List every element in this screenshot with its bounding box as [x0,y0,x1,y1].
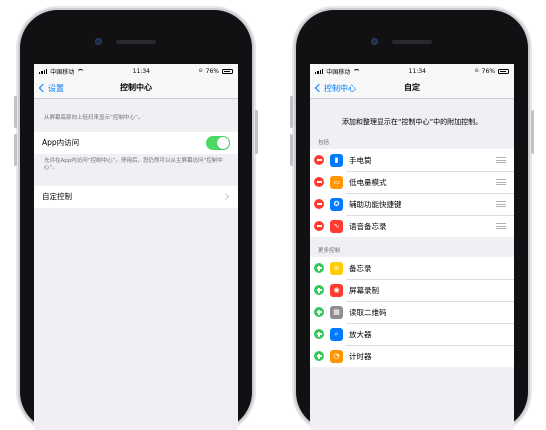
power-button [255,110,258,154]
volume-down-button [14,134,17,166]
control-row: ✪ 辅助功能快捷键 [310,193,514,215]
remove-control-button[interactable] [314,221,324,231]
timer-icon: ◔ [330,349,343,363]
nav-bar: 设置 控制中心 [34,78,238,99]
battery-percent: 76% [205,67,219,75]
chevron-left-icon [38,83,48,93]
flashlight-icon: ▮ [330,153,343,167]
left-screen: 中国移动 11:34 ⊙ 76% 设置 控制中心 从屏幕底部向上轻扫来显示“控制… [34,64,238,430]
status-bar: 中国移动 11:34 ⊙ 76% [34,64,238,78]
cellular-signal-icon [39,68,48,74]
screen-record-icon: ◉ [330,283,343,297]
reorder-handle-icon[interactable] [496,201,506,207]
notes-icon: ≡ [330,261,343,275]
intro-text: 添加和整理显示在“控制中心”中的附加控制。 [341,118,483,126]
control-label: 读取二维码 [349,307,387,317]
battery-icon [221,68,233,74]
volume-up-button [14,96,17,128]
control-row: ◔ 计时器 [310,345,514,367]
right-screen: 中国移动 11:34 ⊙ 76% 控制中心 自定 添加和整理显示在“控制中心”中… [310,64,514,430]
carrier-name: 中国移动 [50,68,75,76]
wifi-icon [77,68,85,74]
control-row: ▦ 读取二维码 [310,301,514,323]
add-control-button[interactable] [314,263,324,273]
add-control-button[interactable] [314,329,324,339]
back-label: 控制中心 [324,83,356,93]
control-label: 放大器 [349,329,372,339]
status-left: 中国移动 [315,67,361,76]
remove-control-button[interactable] [314,177,324,187]
app-access-toggle[interactable] [206,135,230,150]
status-bar: 中国移动 11:34 ⊙ 76% [310,64,514,78]
volume-down-button [290,134,293,166]
more-controls-header: 更多控制 [318,248,341,254]
power-button [531,110,534,154]
earpiece-speaker [116,40,156,44]
battery-percent: 76% [481,67,495,75]
control-row: ≡ 备忘录 [310,257,514,279]
control-label: 语音备忘录 [349,221,387,231]
status-time: 11:34 [132,67,150,75]
front-camera [371,38,378,45]
nav-bar: 控制中心 自定 [310,78,514,99]
control-row: ▮ 手电筒 [310,149,514,171]
control-row: ◉ 屏幕录制 [310,279,514,301]
battery-icon [497,68,509,74]
status-right: ⊙ 76% [198,68,233,75]
control-row: ▭ 低电量模式 [310,171,514,193]
orientation-lock-icon: ⊙ [474,68,479,74]
cellular-signal-icon [315,68,324,74]
back-label: 设置 [48,83,64,93]
reorder-handle-icon[interactable] [496,179,506,185]
add-control-button[interactable] [314,307,324,317]
accessibility-icon: ✪ [330,197,343,211]
control-row: ∿ 语音备忘录 [310,215,514,237]
remove-control-button[interactable] [314,155,324,165]
control-label: 低电量模式 [349,177,387,187]
customize-controls-label: 自定控制 [42,192,72,201]
wifi-icon [353,68,361,74]
back-button[interactable]: 设置 [38,78,64,98]
earpiece-speaker [392,40,432,44]
control-label: 辅助功能快捷键 [349,199,402,209]
chevron-right-icon [221,192,230,200]
included-header: 包括 [318,140,330,146]
page-title: 控制中心 [120,83,152,92]
control-label: 备忘录 [349,263,372,273]
add-control-button[interactable] [314,351,324,361]
volume-up-button [290,96,293,128]
control-label: 计时器 [349,351,372,361]
more-controls-list: ≡ 备忘录 ◉ 屏幕录制 ▦ 读取二维码 ⌕ 放大器 ◔ 计时器 [310,257,514,367]
voice-memo-icon: ∿ [330,219,343,233]
status-left: 中国移动 [39,67,85,76]
battery-icon: ▭ [330,175,343,189]
customize-controls-row[interactable]: 自定控制 [34,185,238,208]
app-access-label: App内访问 [42,138,80,147]
app-access-row: App内访问 [34,131,238,154]
orientation-lock-icon: ⊙ [198,68,203,74]
status-right: ⊙ 76% [474,68,509,75]
right-phone: 中国移动 11:34 ⊙ 76% 控制中心 自定 添加和整理显示在“控制中心”中… [290,10,534,430]
qr-code-icon: ▦ [330,305,343,319]
back-button[interactable]: 控制中心 [314,78,356,98]
control-label: 屏幕录制 [349,285,379,295]
reorder-handle-icon[interactable] [496,223,506,229]
control-row: ⌕ 放大器 [310,323,514,345]
left-phone: 中国移动 11:34 ⊙ 76% 设置 控制中心 从屏幕底部向上轻扫来显示“控制… [14,10,258,430]
front-camera [95,38,102,45]
included-controls-list: ▮ 手电筒 ▭ 低电量模式 ✪ 辅助功能快捷键 ∿ 语音备忘录 [310,149,514,237]
add-control-button[interactable] [314,285,324,295]
app-access-caption: 允许在App内访问“控制中心”。停用后，您仍然可以从主屏幕访问“控制中心”。 [44,157,223,172]
carrier-name: 中国移动 [326,68,351,76]
magnifier-icon: ⌕ [330,327,343,341]
status-time: 11:34 [408,67,426,75]
control-label: 手电筒 [349,155,372,165]
remove-control-button[interactable] [314,199,324,209]
reorder-handle-icon[interactable] [496,157,506,163]
chevron-left-icon [314,83,324,93]
swipe-caption: 从屏幕底部向上轻扫来显示“控制中心”。 [44,115,144,121]
